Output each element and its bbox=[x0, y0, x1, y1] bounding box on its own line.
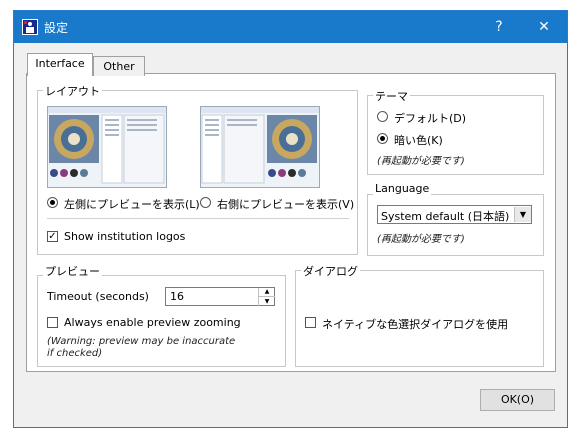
radio-button-selected[interactable] bbox=[377, 133, 388, 144]
layout-left-label: 左側にプレビューを表示(L) bbox=[64, 198, 200, 211]
language-select[interactable]: System default (日本語) ▼ bbox=[377, 205, 532, 224]
zoom-checkbox[interactable] bbox=[47, 317, 58, 328]
spin-up-icon[interactable]: ▲ bbox=[258, 288, 275, 296]
layout-legend: レイアウト bbox=[43, 83, 102, 99]
tab-interface[interactable]: Interface bbox=[27, 53, 93, 76]
theme-restart-note: (再起動が必要です) bbox=[377, 156, 465, 167]
language-group bbox=[367, 194, 544, 256]
language-legend: Language bbox=[373, 182, 432, 195]
native-picker-checkbox[interactable] bbox=[305, 317, 316, 328]
tab-other[interactable]: Other bbox=[93, 56, 145, 76]
theme-default-label: デフォルト(D) bbox=[394, 112, 467, 125]
zoom-warning-line2: if checked) bbox=[47, 348, 103, 359]
dialog-legend: ダイアログ bbox=[301, 263, 360, 279]
zoom-warning-line1: (Warning: preview may be inaccurate bbox=[47, 336, 236, 347]
preview-legend: プレビュー bbox=[43, 263, 102, 279]
show-logos-checkbox[interactable]: ✓ bbox=[47, 231, 58, 242]
theme-legend: テーマ bbox=[373, 88, 410, 104]
language-restart-note: (再起動が必要です) bbox=[377, 234, 465, 245]
tab-label: Other bbox=[103, 60, 135, 73]
ok-button[interactable]: OK(O) bbox=[480, 389, 555, 411]
help-icon: ? bbox=[495, 19, 503, 35]
theme-dark-label: 暗い色(K) bbox=[394, 134, 443, 147]
radio-button[interactable] bbox=[200, 197, 211, 208]
window-title: 設定 bbox=[44, 21, 69, 35]
radio-button[interactable] bbox=[377, 111, 388, 122]
layout-divider bbox=[47, 218, 349, 219]
timeout-value[interactable]: 16 bbox=[170, 290, 184, 303]
layout-right-label: 右側にプレビューを表示(V) bbox=[217, 198, 355, 211]
close-icon: ✕ bbox=[538, 19, 550, 35]
timeout-label: Timeout (seconds) bbox=[47, 290, 149, 303]
radio-button-selected[interactable] bbox=[47, 197, 58, 208]
spin-down-icon[interactable]: ▼ bbox=[258, 296, 275, 306]
language-select-value: System default (日本語) bbox=[381, 210, 510, 223]
help-button[interactable]: ? bbox=[482, 15, 516, 39]
zoom-label: Always enable preview zooming bbox=[64, 316, 241, 329]
timeout-spinbox[interactable]: 16 ▲ ▼ bbox=[165, 287, 275, 306]
tab-label: Interface bbox=[35, 57, 85, 70]
right-layout-preview-image[interactable] bbox=[200, 106, 320, 188]
ok-label: OK(O) bbox=[500, 393, 535, 406]
left-layout-preview-image[interactable] bbox=[47, 106, 167, 188]
close-button[interactable]: ✕ bbox=[527, 15, 561, 39]
native-picker-label: ネイティブな色選択ダイアログを使用 bbox=[322, 318, 509, 331]
app-icon bbox=[22, 19, 38, 35]
show-logos-label: Show institution logos bbox=[64, 230, 186, 243]
chevron-down-icon[interactable]: ▼ bbox=[514, 207, 531, 222]
